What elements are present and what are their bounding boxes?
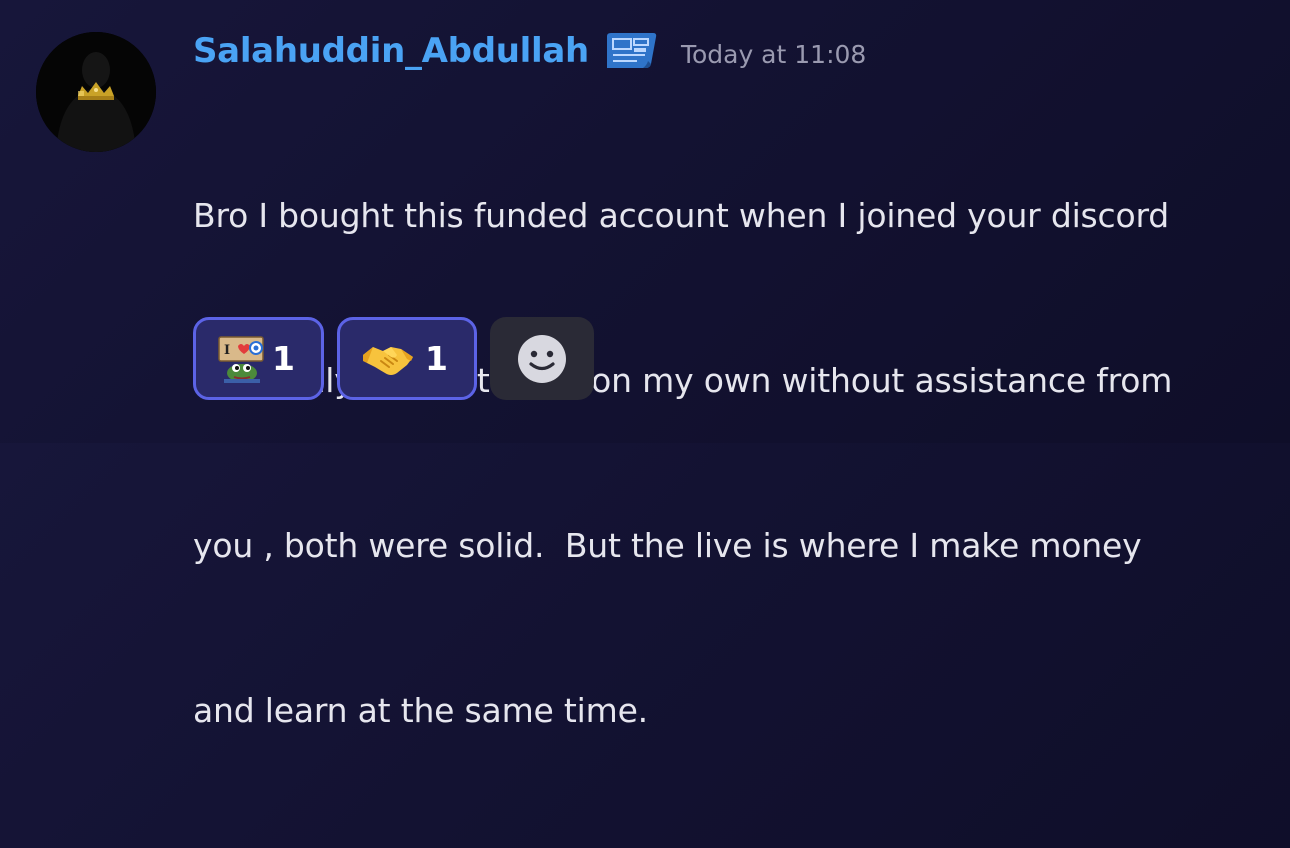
pepe-i-love-sign-emoji: I [214,334,270,384]
reactions-bar: I 1 1 [193,317,594,400]
message-content: Bro I bought this funded account when I … [193,78,1268,848]
reaction-handshake[interactable]: 1 [337,317,477,400]
username[interactable]: Salahuddin_Abdullah [193,31,589,71]
handshake-emoji [360,334,416,384]
message-line: and learn at the same time. [193,691,648,730]
message-line: Bro I bought this funded account when I … [193,196,1170,235]
chat-message: Salahuddin_Abdullah Today at 11:08 Bro I… [0,0,1290,730]
reaction-pepe-love[interactable]: I 1 [193,317,324,400]
blueprint-icon[interactable] [603,30,659,72]
timestamp: Today at 11:08 [680,39,867,69]
reaction-count: 1 [425,339,448,378]
smiley-icon [518,334,566,383]
message-header: Salahuddin_Abdullah Today at 11:08 [193,26,866,76]
avatar-image [36,32,156,152]
add-reaction-button[interactable] [490,317,594,400]
reaction-count: 1 [272,339,295,378]
message-line: you , both were solid. But the live is w… [193,526,1142,565]
svg-text:I: I [224,343,230,358]
avatar[interactable] [36,32,156,152]
